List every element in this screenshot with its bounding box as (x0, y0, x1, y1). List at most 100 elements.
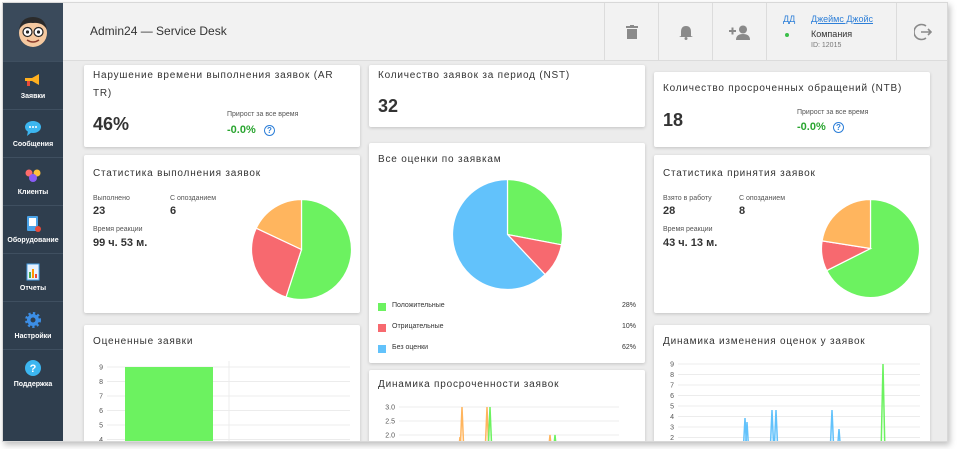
overdue-line-chart: 3.02.52.01.5 (385, 405, 619, 441)
acceptance-stats-card: Статистика принятия заявок Взято в работ… (654, 155, 930, 313)
legend-item-unrated: Без оценки 62% (378, 343, 636, 355)
y-tick-label: 4 (99, 437, 103, 442)
y-tick-label: 4 (670, 414, 674, 421)
reaction-value: 99 ч. 53 м. (93, 237, 148, 249)
acceptance-pie-chart (821, 199, 920, 298)
help-icon[interactable]: ? (833, 122, 844, 133)
overdue-dynamics-card: Динамика просроченности заявок 3.0 2.5 2.0… (369, 370, 645, 441)
y-tick-label: 8 (99, 379, 103, 386)
sidebar-item-equipment[interactable]: Оборудование (3, 205, 63, 253)
legend-label: Отрицательные (392, 323, 444, 330)
online-status-dot (785, 33, 789, 37)
sidebar-item-label: Настройки (14, 333, 52, 340)
legend-value: 28% (621, 302, 636, 309)
logout-icon (914, 23, 932, 41)
legend-swatch (378, 324, 386, 332)
series-line (548, 434, 552, 441)
sidebar-item-label: Отчеты (19, 285, 47, 292)
legend-value: 10% (621, 323, 636, 330)
card-title: Все оценки по заявкам (378, 154, 502, 165)
report-chart-icon (26, 263, 40, 281)
card-title: Статистика выполнения заявок (93, 168, 261, 179)
add-user-button[interactable] (712, 3, 766, 61)
card-title: Динамика просроченности заявок (378, 379, 560, 390)
card-title: Количество просроченных обращений (NTB) (663, 83, 903, 94)
y-tick-label: 3.0 (385, 405, 395, 412)
y-tick-label: 5 (99, 423, 103, 430)
y-tick-label: 9 (99, 365, 103, 372)
taken-label: Взято в работу (663, 195, 712, 202)
gear-icon (25, 312, 41, 328)
done-label: Выполнено (93, 195, 130, 202)
user-company: Компания (811, 29, 853, 39)
help-icon[interactable]: ? (264, 125, 275, 136)
rated-tickets-card: Оцененные заявки 9 8 7 6 5 4 (84, 325, 360, 442)
execution-stats-card: Статистика выполнения заявок Выполнено 2… (84, 155, 360, 313)
late-label: С опозданием (739, 195, 786, 202)
growth-value: -0.0% (227, 124, 256, 136)
y-tick-label: 3 (670, 425, 674, 432)
series-line (487, 406, 493, 441)
series-line (553, 434, 557, 441)
ratings-pie-chart (452, 179, 564, 291)
notifications-button[interactable] (658, 3, 712, 61)
sidebar-item-settings[interactable]: Настройки (3, 301, 63, 349)
sidebar-item-support[interactable]: ? Поддержка (3, 349, 63, 397)
card-title: Статистика принятия заявок (663, 168, 816, 179)
logout-button[interactable] (896, 3, 947, 61)
growth-label: Прирост за все время (227, 111, 299, 118)
user-name-link[interactable]: Джеймс Джойс (811, 14, 873, 24)
sidebar-item-label: Заявки (20, 93, 46, 100)
nst-value: 32 (378, 96, 399, 116)
y-tick-label: 2 (670, 435, 674, 442)
sidebar-item-reports[interactable]: Отчеты (3, 253, 63, 301)
late-value: 6 (170, 205, 177, 217)
pie-slice (821, 199, 872, 250)
growth-value: -0.0% (797, 121, 826, 133)
mascot-face-icon (19, 17, 47, 47)
people-group-icon (25, 169, 41, 182)
help-icon: ? (25, 360, 41, 376)
series-line (837, 428, 841, 441)
legend-swatch (378, 345, 386, 353)
device-icon (27, 216, 41, 232)
sidebar-item-tickets[interactable]: Заявки (3, 61, 63, 109)
logo[interactable] (3, 3, 63, 61)
rated-bar-chart: 9 8 7 6 5 4 (99, 361, 350, 442)
y-tick-label: 9 (670, 362, 674, 369)
delete-button[interactable] (604, 3, 658, 61)
y-tick-label: 5 (670, 404, 674, 411)
reaction-label: Время реакции (93, 226, 143, 233)
card-title: Количество заявок за период (NST) (378, 70, 571, 81)
card-title: Динамика изменения оценок у заявок (663, 336, 866, 347)
top-header: Admin24 — Service Desk ДД Джеймс Джойс К… (63, 3, 947, 61)
series-line (459, 406, 465, 441)
legend-value: 62% (621, 344, 636, 351)
y-tick-label: 6 (670, 393, 674, 400)
ar-violation-value: 46% (93, 114, 130, 134)
svg-text:?: ? (30, 363, 37, 375)
sidebar-item-clients[interactable]: Клиенты (3, 157, 63, 205)
legend-label: Без оценки (392, 344, 429, 351)
avatar[interactable]: ДД (783, 14, 795, 24)
ratings-card: Все оценки по заявкам Положительные 28% … (369, 143, 645, 363)
card-title: Нарушение времени выполнения заявок (AR … (93, 70, 334, 99)
sidebar-item-label: Поддержка (13, 381, 53, 388)
app-window: Заявки Сообщения Клиенты Оборудование От… (2, 2, 948, 442)
late-value: 8 (739, 205, 746, 217)
sidebar-item-messages[interactable]: Сообщения (3, 109, 63, 157)
taken-value: 28 (663, 205, 676, 217)
y-tick-label: 8 (670, 372, 674, 379)
sidebar-item-label: Сообщения (12, 141, 54, 148)
y-tick-label: 6 (99, 408, 103, 415)
rating-dynamics-line-chart: 987654321 (670, 362, 920, 442)
nst-card: Количество заявок за период (NST) 32 (369, 65, 645, 127)
late-label: С опозданием (170, 195, 217, 202)
bar (125, 367, 213, 441)
sidebar-item-label: Оборудование (7, 237, 59, 244)
execution-pie-chart (251, 199, 352, 300)
reaction-value: 43 ч. 13 м. (663, 237, 718, 249)
done-value: 23 (93, 205, 106, 217)
trash-icon (625, 25, 638, 39)
sidebar: Заявки Сообщения Клиенты Оборудование От… (3, 3, 63, 441)
